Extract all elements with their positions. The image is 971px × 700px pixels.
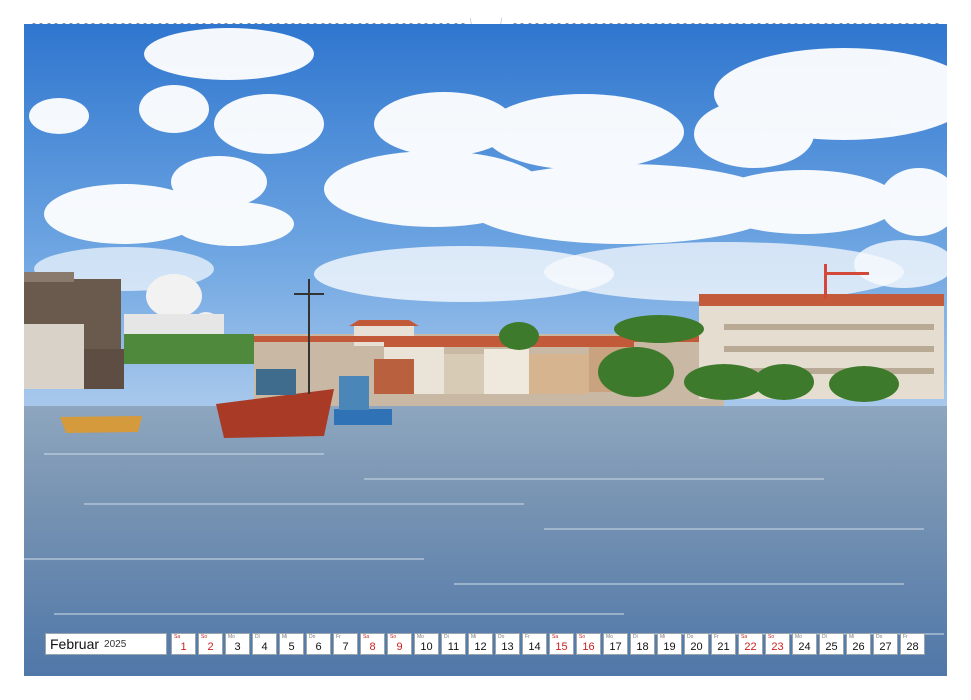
day-weekday: Sa <box>174 634 181 640</box>
day-number: 19 <box>663 641 676 653</box>
day-number: 27 <box>879 641 892 653</box>
day-number: 15 <box>555 641 568 653</box>
day-cell: So 23 <box>765 633 790 655</box>
day-number: 11 <box>447 641 460 653</box>
day-number: 5 <box>288 641 295 653</box>
day-weekday: Sa <box>363 634 370 640</box>
day-number: 21 <box>717 641 730 653</box>
day-cell: Di 4 <box>252 633 277 655</box>
day-number: 10 <box>420 641 433 653</box>
day-cell: Mo 3 <box>225 633 250 655</box>
day-number: 24 <box>798 641 811 653</box>
day-number: 23 <box>771 641 784 653</box>
day-cell: Mi 26 <box>846 633 871 655</box>
day-number: 22 <box>744 641 757 653</box>
day-cell: Di 25 <box>819 633 844 655</box>
small-boat <box>60 416 142 433</box>
day-weekday: Do <box>498 634 505 640</box>
day-weekday: So <box>579 634 586 640</box>
day-number: 20 <box>690 641 703 653</box>
calendar-month: Februar <box>50 636 100 652</box>
day-cell: Sa 22 <box>738 633 763 655</box>
day-number: 14 <box>528 641 541 653</box>
day-number: 3 <box>234 641 241 653</box>
day-weekday: Mo <box>795 634 802 640</box>
day-cell: Mi 5 <box>279 633 304 655</box>
calendar-strip: Februar 2025 Sa 1 So 2 Mo 3 Di 4 Mi 5 Do 6 Fr 7 Sa 8 So 9… <box>45 633 927 655</box>
day-number: 25 <box>825 641 838 653</box>
day-cell: Sa 15 <box>549 633 574 655</box>
day-number: 18 <box>636 641 649 653</box>
day-weekday: Sa <box>552 634 559 640</box>
day-cell: Di 11 <box>441 633 466 655</box>
day-weekday: Mi <box>849 634 855 640</box>
calendar-year: 2025 <box>104 638 127 650</box>
day-number: 13 <box>501 641 514 653</box>
day-weekday: So <box>768 634 775 640</box>
day-cell: Mo 17 <box>603 633 628 655</box>
day-weekday: So <box>201 634 208 640</box>
day-cell: Do 13 <box>495 633 520 655</box>
day-cell: Fr 21 <box>711 633 736 655</box>
day-cell: Mi 19 <box>657 633 682 655</box>
day-weekday: Mi <box>660 634 666 640</box>
day-number: 4 <box>261 641 268 653</box>
calendar-title: Februar 2025 <box>45 633 167 655</box>
day-weekday: So <box>390 634 397 640</box>
day-cell: Do 27 <box>873 633 898 655</box>
day-number: 1 <box>180 641 187 653</box>
day-weekday: Do <box>309 634 316 640</box>
day-cell: Fr 28 <box>900 633 925 655</box>
day-cell: Fr 7 <box>333 633 358 655</box>
day-weekday: Mo <box>228 634 235 640</box>
day-cell: Sa 1 <box>171 633 196 655</box>
day-cell: Mo 24 <box>792 633 817 655</box>
day-weekday: Fr <box>714 634 719 640</box>
day-weekday: Di <box>444 634 449 640</box>
day-number: 7 <box>342 641 349 653</box>
day-cell: Mi 12 <box>468 633 493 655</box>
day-weekday: Do <box>687 634 694 640</box>
day-number: 12 <box>474 641 487 653</box>
day-weekday: Di <box>255 634 260 640</box>
day-weekday: Fr <box>903 634 908 640</box>
day-cell: So 2 <box>198 633 223 655</box>
day-weekday: Di <box>633 634 638 640</box>
day-weekday: Fr <box>525 634 530 640</box>
day-cell: Di 18 <box>630 633 655 655</box>
day-cell: So 16 <box>576 633 601 655</box>
day-number: 9 <box>396 641 403 653</box>
day-number: 8 <box>369 641 376 653</box>
day-cell: Do 6 <box>306 633 331 655</box>
day-weekday: Fr <box>336 634 341 640</box>
day-weekday: Mo <box>606 634 613 640</box>
day-weekday: Sa <box>741 634 748 640</box>
day-number: 16 <box>582 641 595 653</box>
day-cell: Sa 8 <box>360 633 385 655</box>
day-cell: Mo 10 <box>414 633 439 655</box>
day-cell: So 9 <box>387 633 412 655</box>
day-weekday: Mi <box>282 634 288 640</box>
day-weekday: Do <box>876 634 883 640</box>
day-weekday: Di <box>822 634 827 640</box>
day-number: 2 <box>207 641 214 653</box>
day-number: 6 <box>315 641 322 653</box>
day-cell: Do 20 <box>684 633 709 655</box>
day-number: 26 <box>852 641 865 653</box>
day-weekday: Mo <box>417 634 424 640</box>
day-weekday: Mi <box>471 634 477 640</box>
day-cell: Fr 14 <box>522 633 547 655</box>
harbor-photo <box>24 24 947 676</box>
day-number: 28 <box>906 641 919 653</box>
day-number: 17 <box>609 641 622 653</box>
